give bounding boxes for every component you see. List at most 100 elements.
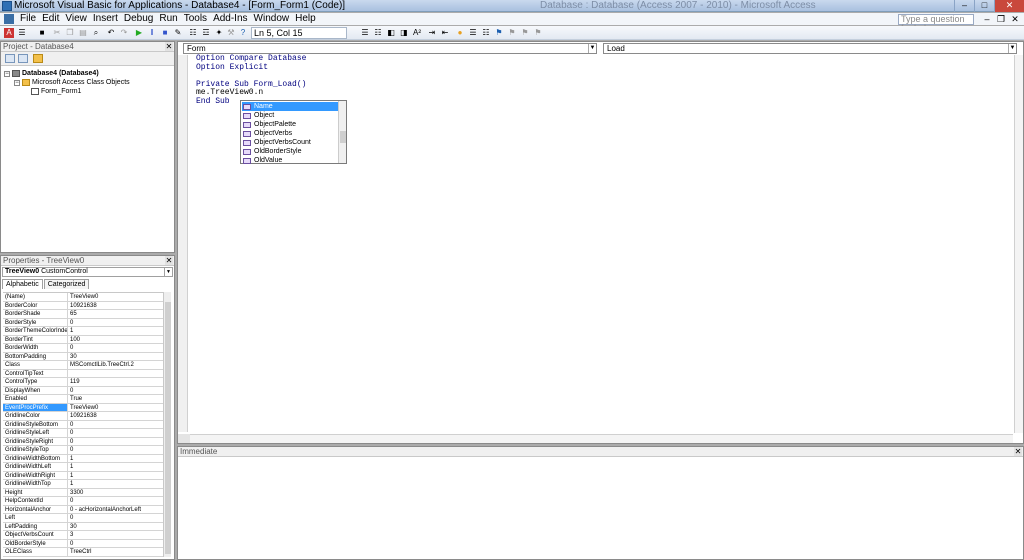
- close-icon[interactable]: ✕: [994, 0, 1024, 12]
- properties-window-icon[interactable]: ☲: [201, 28, 211, 38]
- property-row[interactable]: BorderThemeColorIndex 1: [3, 327, 163, 336]
- property-value[interactable]: [68, 370, 163, 378]
- property-value[interactable]: 3: [68, 531, 163, 539]
- member-list-item[interactable]: Name: [242, 102, 338, 111]
- property-row[interactable]: OldBorderStyle 0: [3, 539, 163, 548]
- menu-view[interactable]: View: [65, 13, 93, 25]
- property-row[interactable]: GridlineWidthTop 1: [3, 480, 163, 489]
- properties-close-icon[interactable]: ✕: [165, 256, 173, 265]
- mdi-restore-icon[interactable]: ❐: [996, 13, 1006, 25]
- property-value[interactable]: TreeView0: [68, 404, 163, 412]
- member-list-item[interactable]: OldBorderStyle: [242, 147, 338, 156]
- property-row[interactable]: EventProcPrefix TreeView0: [3, 403, 163, 412]
- menu-run[interactable]: Run: [159, 13, 183, 25]
- property-value[interactable]: TreeView0: [68, 293, 163, 301]
- procedure-view-icon[interactable]: [178, 434, 190, 443]
- property-row[interactable]: Height 3300: [3, 488, 163, 497]
- menu-window[interactable]: Window: [254, 13, 296, 25]
- property-row[interactable]: OLEClass TreeCtrl: [3, 548, 163, 557]
- property-value[interactable]: 65: [68, 310, 163, 318]
- property-value[interactable]: 1: [68, 463, 163, 471]
- help-search-input[interactable]: Type a question for help: [898, 14, 974, 33]
- member-list-item[interactable]: ObjectVerbsCount: [242, 138, 338, 147]
- copy-icon[interactable]: ❐: [65, 28, 75, 38]
- property-value[interactable]: 0: [68, 446, 163, 454]
- property-row[interactable]: GridlineStyleBottom 0: [3, 420, 163, 429]
- member-list-item[interactable]: ObjectPalette: [242, 120, 338, 129]
- property-value[interactable]: MSComctlLib.TreeCtrl.2: [68, 361, 163, 369]
- indent-icon[interactable]: ⇥: [427, 28, 437, 38]
- previous-bookmark-icon[interactable]: ⚑: [520, 28, 530, 38]
- property-row[interactable]: DisplayWhen 0: [3, 386, 163, 395]
- procedure-combo[interactable]: Load ▼: [603, 43, 1017, 54]
- toggle-breakpoint-icon[interactable]: ●: [455, 28, 465, 38]
- uncomment-block-icon[interactable]: ☷: [481, 28, 491, 38]
- toggle-bookmark-icon[interactable]: ⚑: [494, 28, 504, 38]
- tree-node-database[interactable]: − Database4 (Database4): [4, 69, 99, 78]
- property-row[interactable]: LeftPadding 30: [3, 522, 163, 531]
- find-icon[interactable]: ⌕: [91, 28, 101, 38]
- property-row[interactable]: BorderStyle 0: [3, 318, 163, 327]
- property-value[interactable]: 10921638: [68, 302, 163, 310]
- property-value[interactable]: 30: [68, 523, 163, 531]
- edit-list-constants-icon[interactable]: ☷: [373, 28, 383, 38]
- redo-icon[interactable]: ↷: [119, 28, 129, 38]
- menu-file[interactable]: File: [20, 13, 42, 25]
- collapse-icon[interactable]: −: [4, 70, 10, 77]
- menu-insert[interactable]: Insert: [93, 13, 124, 25]
- property-value[interactable]: 0: [68, 438, 163, 446]
- menu-help[interactable]: Help: [295, 13, 322, 25]
- code-window-icon[interactable]: [4, 14, 14, 24]
- property-value[interactable]: 30: [68, 353, 163, 361]
- property-row[interactable]: GridlineStyleRight 0: [3, 437, 163, 446]
- property-value[interactable]: 3300: [68, 489, 163, 497]
- paste-icon[interactable]: ▤: [78, 28, 88, 38]
- chevron-down-icon[interactable]: ▼: [1008, 44, 1016, 53]
- chevron-down-icon[interactable]: ▼: [164, 268, 172, 276]
- immediate-window[interactable]: Immediate ✕: [177, 446, 1024, 560]
- code-editor[interactable]: Option Compare Database Option Explicit Pr…: [196, 54, 306, 106]
- property-value[interactable]: 0: [68, 429, 163, 437]
- run-icon[interactable]: ▶: [134, 28, 144, 38]
- design-mode-icon[interactable]: ✎: [173, 28, 183, 38]
- next-bookmark-icon[interactable]: ⚑: [507, 28, 517, 38]
- immediate-close-icon[interactable]: ✕: [1014, 447, 1022, 456]
- view-object-icon[interactable]: [18, 54, 28, 63]
- complete-word-icon[interactable]: A²: [412, 28, 422, 38]
- save-icon[interactable]: ■: [37, 28, 47, 38]
- property-row[interactable]: BorderColor 10921638: [3, 301, 163, 310]
- member-list-item[interactable]: OldValue: [242, 156, 338, 165]
- tab-categorized[interactable]: Categorized: [43, 279, 90, 289]
- member-list-item[interactable]: ObjectVerbs: [242, 129, 338, 138]
- property-row[interactable]: ObjectVerbsCount 3: [3, 531, 163, 540]
- property-row[interactable]: GridlineColor 10921638: [3, 412, 163, 421]
- property-value[interactable]: True: [68, 395, 163, 403]
- insert-module-icon[interactable]: ☰: [17, 28, 27, 38]
- property-value[interactable]: 0: [68, 319, 163, 327]
- mdi-minimize-icon[interactable]: –: [982, 13, 992, 25]
- property-row[interactable]: (Name) TreeView0: [3, 293, 163, 302]
- quick-info-icon[interactable]: ◧: [386, 28, 396, 38]
- view-code-icon[interactable]: [5, 54, 15, 63]
- code-horizontal-scrollbar[interactable]: [190, 434, 1013, 443]
- property-row[interactable]: ControlTipText: [3, 369, 163, 378]
- property-value[interactable]: 1: [68, 480, 163, 488]
- object-selector[interactable]: TreeView0 CustomControl ▼: [2, 267, 173, 277]
- property-row[interactable]: BorderTint 100: [3, 335, 163, 344]
- property-value[interactable]: 10921638: [68, 412, 163, 420]
- property-value[interactable]: 0: [68, 344, 163, 352]
- chevron-down-icon[interactable]: ▼: [588, 44, 596, 53]
- project-close-icon[interactable]: ✕: [165, 42, 173, 51]
- property-row[interactable]: GridlineStyleLeft 0: [3, 429, 163, 438]
- property-row[interactable]: GridlineWidthBottom 1: [3, 454, 163, 463]
- property-value[interactable]: TreeCtrl: [68, 548, 163, 556]
- outdent-icon[interactable]: ⇤: [440, 28, 450, 38]
- project-explorer-icon[interactable]: ☷: [188, 28, 198, 38]
- code-line[interactable]: Option Explicit: [196, 63, 306, 73]
- cut-icon[interactable]: ✂: [52, 28, 62, 38]
- property-value[interactable]: 0: [68, 514, 163, 522]
- property-value[interactable]: 1: [68, 472, 163, 480]
- property-value[interactable]: 100: [68, 336, 163, 344]
- property-row[interactable]: BorderWidth 0: [3, 344, 163, 353]
- code-vertical-scrollbar[interactable]: [1014, 55, 1023, 433]
